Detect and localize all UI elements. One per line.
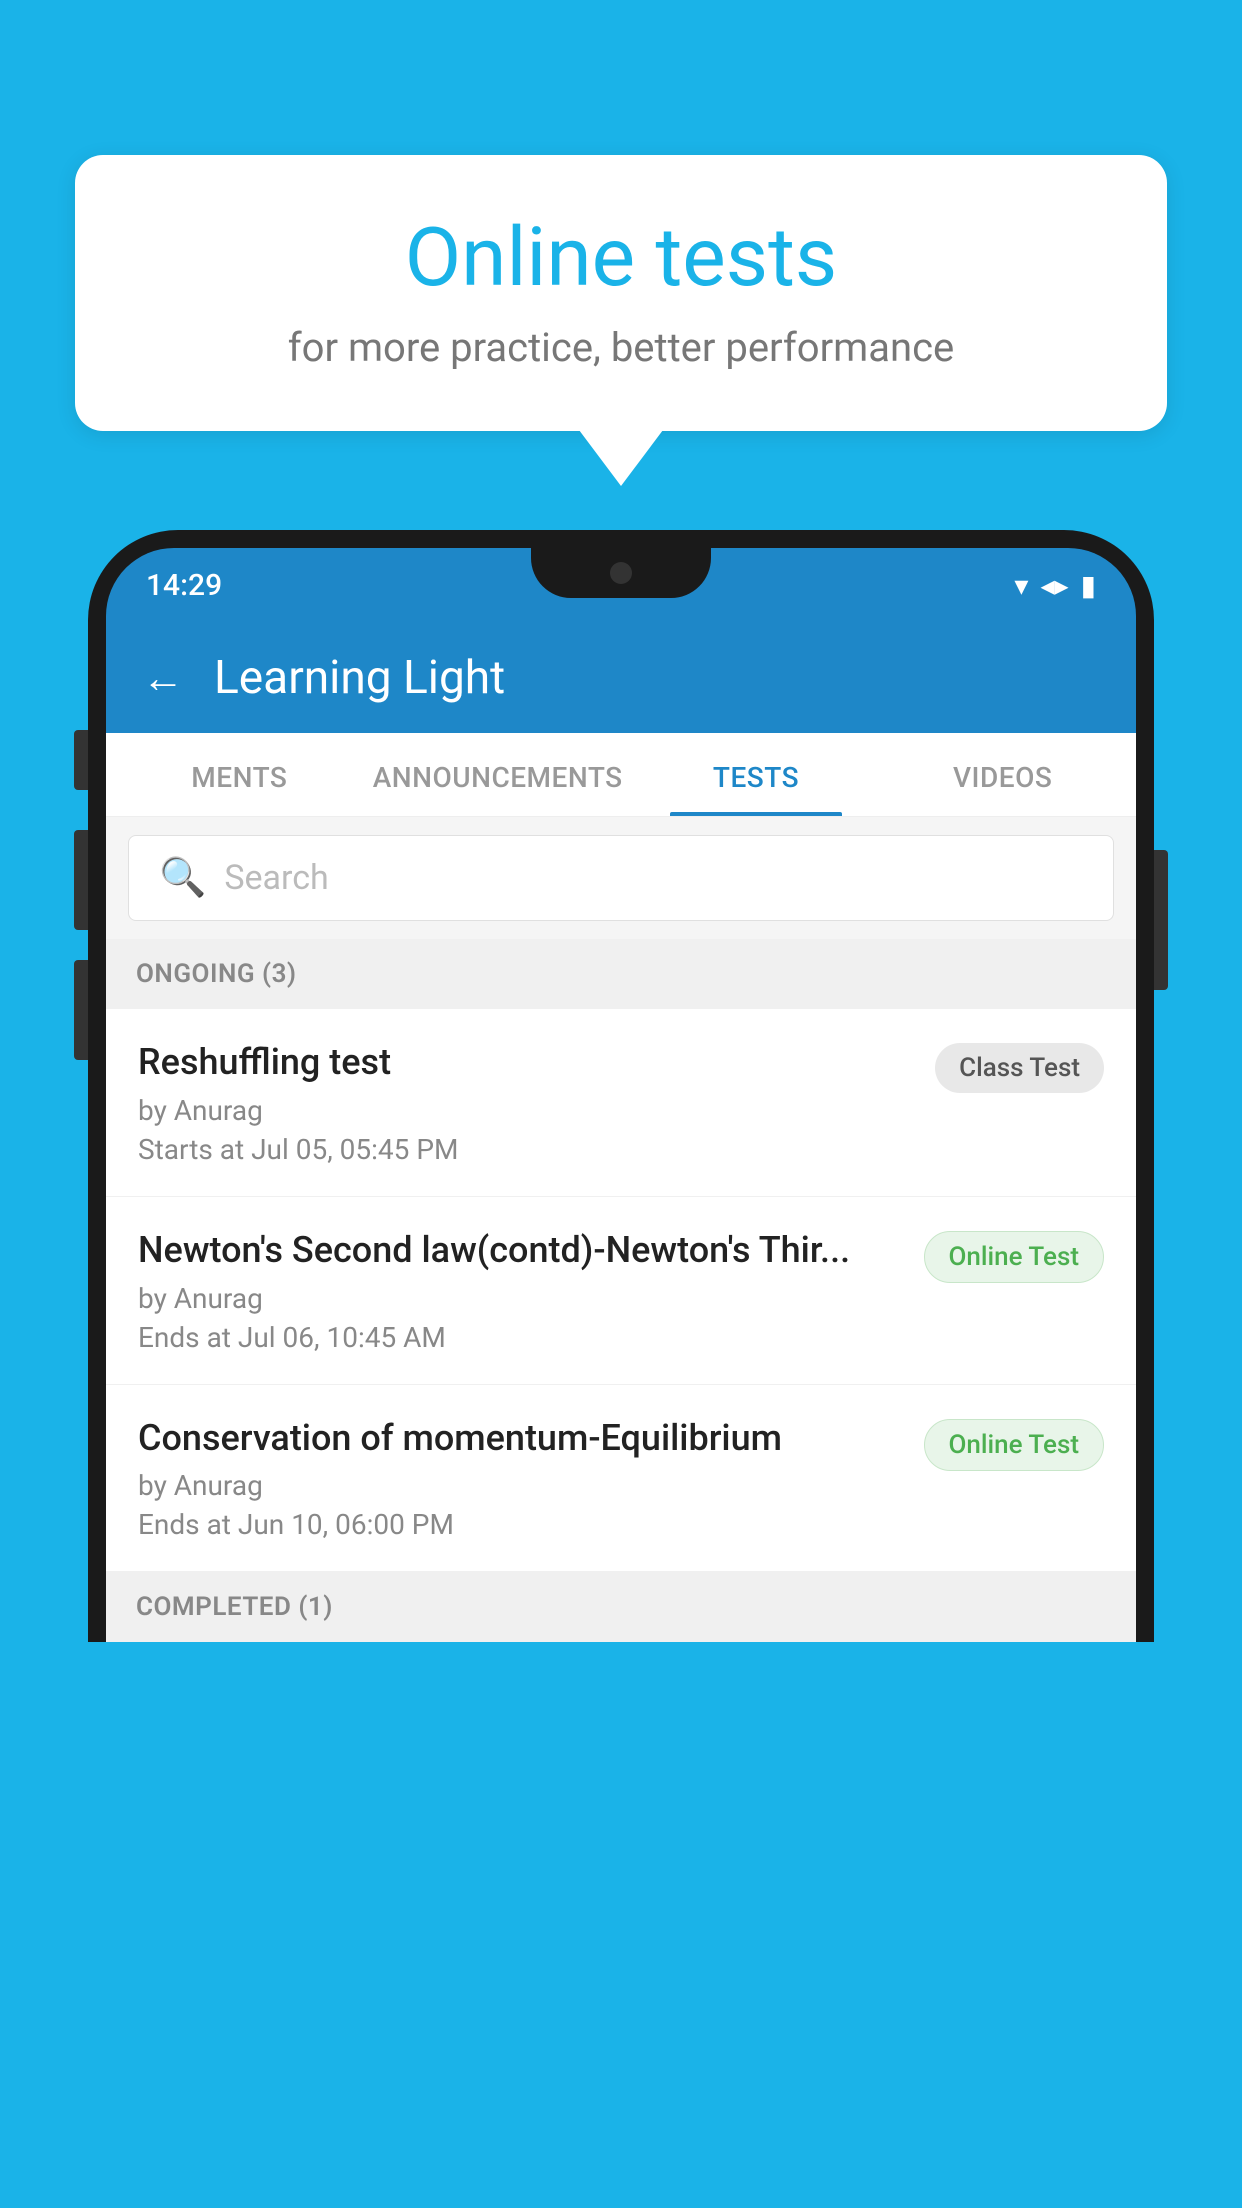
speech-bubble: Online tests for more practice, better p… [75, 155, 1167, 431]
test-info-newtons: Newton's Second law(contd)-Newton's Thir… [138, 1227, 904, 1354]
completed-section-header: COMPLETED (1) [106, 1572, 1136, 1642]
test-author-reshuffling: by Anurag [138, 1094, 915, 1127]
status-bar: 14:29 ▾ ◂▸ ▮ [106, 548, 1136, 623]
tab-videos[interactable]: VIDEOS [879, 733, 1126, 816]
signal-icon: ◂▸ [1040, 569, 1068, 602]
bubble-subtitle: for more practice, better performance [135, 324, 1107, 371]
search-bar[interactable]: 🔍 Search [128, 835, 1114, 921]
camera [610, 562, 632, 584]
search-placeholder: Search [224, 858, 328, 898]
tab-tests[interactable]: TESTS [633, 733, 880, 816]
bubble-title: Online tests [135, 210, 1107, 306]
test-badge-newtons: Online Test [924, 1231, 1105, 1283]
ongoing-section-header: ONGOING (3) [106, 939, 1136, 1009]
tests-list: Reshuffling test by Anurag Starts at Jul… [106, 1009, 1136, 1572]
status-icons: ▾ ◂▸ ▮ [1014, 569, 1096, 602]
tab-ments[interactable]: MENTS [116, 733, 363, 816]
test-date-reshuffling: Starts at Jul 05, 05:45 PM [138, 1133, 915, 1166]
test-author-newtons: by Anurag [138, 1282, 904, 1315]
volume-button-1 [74, 730, 88, 790]
test-name-newtons: Newton's Second law(contd)-Newton's Thir… [138, 1227, 904, 1274]
wifi-icon: ▾ [1014, 569, 1028, 602]
tab-announcements[interactable]: ANNOUNCEMENTS [363, 733, 633, 816]
status-time: 14:29 [146, 568, 222, 603]
back-button[interactable]: ← [142, 654, 184, 703]
test-date-conservation: Ends at Jun 10, 06:00 PM [138, 1508, 904, 1541]
power-button [1154, 850, 1168, 990]
test-item-reshuffling[interactable]: Reshuffling test by Anurag Starts at Jul… [106, 1009, 1136, 1197]
phone-screen: ← Learning Light MENTS ANNOUNCEMENTS TES… [106, 623, 1136, 1642]
test-item-newtons[interactable]: Newton's Second law(contd)-Newton's Thir… [106, 1197, 1136, 1385]
app-title: Learning Light [214, 651, 505, 705]
test-badge-conservation: Online Test [924, 1419, 1105, 1471]
app-header: ← Learning Light [106, 623, 1136, 733]
test-badge-reshuffling: Class Test [935, 1043, 1104, 1093]
volume-button-2 [74, 830, 88, 930]
volume-button-3 [74, 960, 88, 1060]
phone-outer: 14:29 ▾ ◂▸ ▮ ← Learning Light MENTS ANNO… [88, 530, 1154, 1642]
notch [531, 548, 711, 598]
test-info-reshuffling: Reshuffling test by Anurag Starts at Jul… [138, 1039, 915, 1166]
phone-device: 14:29 ▾ ◂▸ ▮ ← Learning Light MENTS ANNO… [88, 530, 1154, 2208]
test-name-reshuffling: Reshuffling test [138, 1039, 915, 1086]
battery-icon: ▮ [1081, 569, 1096, 602]
test-item-conservation[interactable]: Conservation of momentum-Equilibrium by … [106, 1385, 1136, 1573]
test-name-conservation: Conservation of momentum-Equilibrium [138, 1415, 904, 1462]
test-date-newtons: Ends at Jul 06, 10:45 AM [138, 1321, 904, 1354]
test-author-conservation: by Anurag [138, 1469, 904, 1502]
search-container: 🔍 Search [106, 817, 1136, 939]
search-icon: 🔍 [159, 856, 206, 900]
tabs-bar: MENTS ANNOUNCEMENTS TESTS VIDEOS [106, 733, 1136, 817]
test-info-conservation: Conservation of momentum-Equilibrium by … [138, 1415, 904, 1542]
